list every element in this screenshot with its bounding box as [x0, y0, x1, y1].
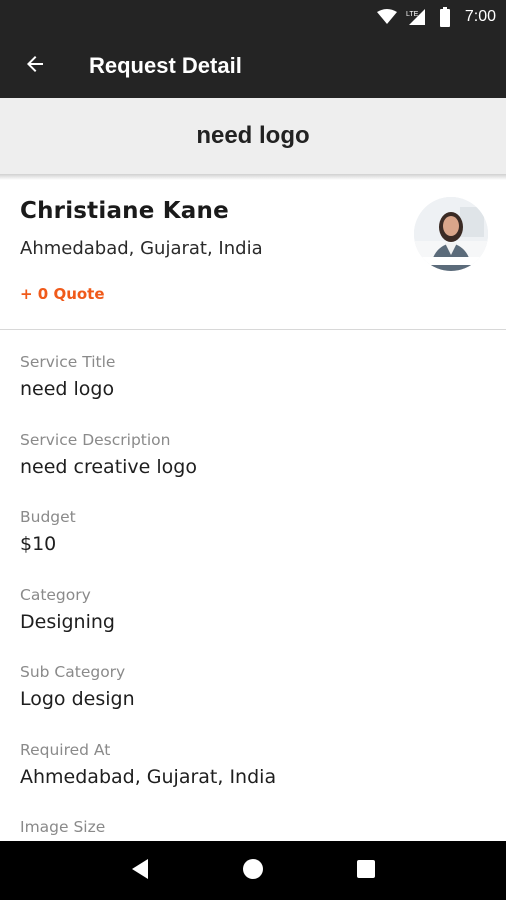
- nav-back-button[interactable]: [120, 851, 160, 891]
- field-service-description: Service Description need creative logo: [20, 428, 486, 506]
- field-label: Image Size: [20, 818, 106, 836]
- arrow-left-icon: [23, 52, 47, 80]
- field-category: Category Designing: [20, 583, 486, 661]
- user-name: Christiane Kane: [20, 198, 229, 224]
- square-recents-icon: [356, 859, 376, 883]
- quote-link[interactable]: + 0 Quote: [20, 285, 105, 303]
- field-label: Category: [20, 585, 91, 604]
- field-value: need logo: [20, 378, 115, 400]
- app-bar: Request Detail: [0, 34, 506, 98]
- field-value: $10: [20, 533, 57, 555]
- system-nav-bar: [0, 841, 506, 900]
- field-budget: Budget $10: [20, 505, 486, 583]
- svg-text:LTE: LTE: [406, 11, 419, 18]
- field-label: Sub Category: [20, 663, 126, 681]
- battery-icon: [439, 7, 451, 27]
- cell-signal-icon: LTE: [405, 8, 431, 26]
- details-list: Service Title need logo Service Descript…: [20, 350, 486, 893]
- field-required-at: Required At Ahmedabad, Gujarat, India: [20, 738, 486, 816]
- screen: LTE 7:00 Request Detail need logo Christ…: [0, 0, 506, 900]
- triangle-back-icon: [130, 858, 150, 884]
- field-service-title: Service Title need logo: [20, 350, 486, 428]
- field-value: Logo design: [20, 688, 135, 710]
- field-label: Service Description: [20, 430, 171, 449]
- field-label: Required At: [20, 740, 111, 759]
- field-label: Budget: [20, 508, 76, 526]
- request-title-strip: need logo: [0, 98, 506, 174]
- nav-home-button[interactable]: [233, 851, 273, 891]
- field-value: need creative logo: [20, 455, 197, 478]
- field-value: Designing: [20, 610, 115, 633]
- user-location: Ahmedabad, Gujarat, India: [20, 238, 263, 259]
- field-label: Service Title: [20, 353, 116, 371]
- status-bar: LTE 7:00: [0, 0, 506, 34]
- back-button[interactable]: [0, 34, 70, 98]
- nav-recents-button[interactable]: [346, 851, 386, 891]
- user-card: Christiane Kane Ahmedabad, Gujarat, Indi…: [0, 180, 506, 330]
- page-title: Request Detail: [89, 53, 242, 78]
- circle-home-icon: [242, 858, 264, 884]
- field-sub-category: Sub Category Logo design: [20, 660, 486, 738]
- avatar[interactable]: [414, 197, 488, 271]
- field-value: Ahmedabad, Gujarat, India: [20, 765, 277, 788]
- status-time: 7:00: [464, 8, 496, 25]
- request-title: need logo: [196, 122, 310, 149]
- wifi-icon: [376, 9, 397, 25]
